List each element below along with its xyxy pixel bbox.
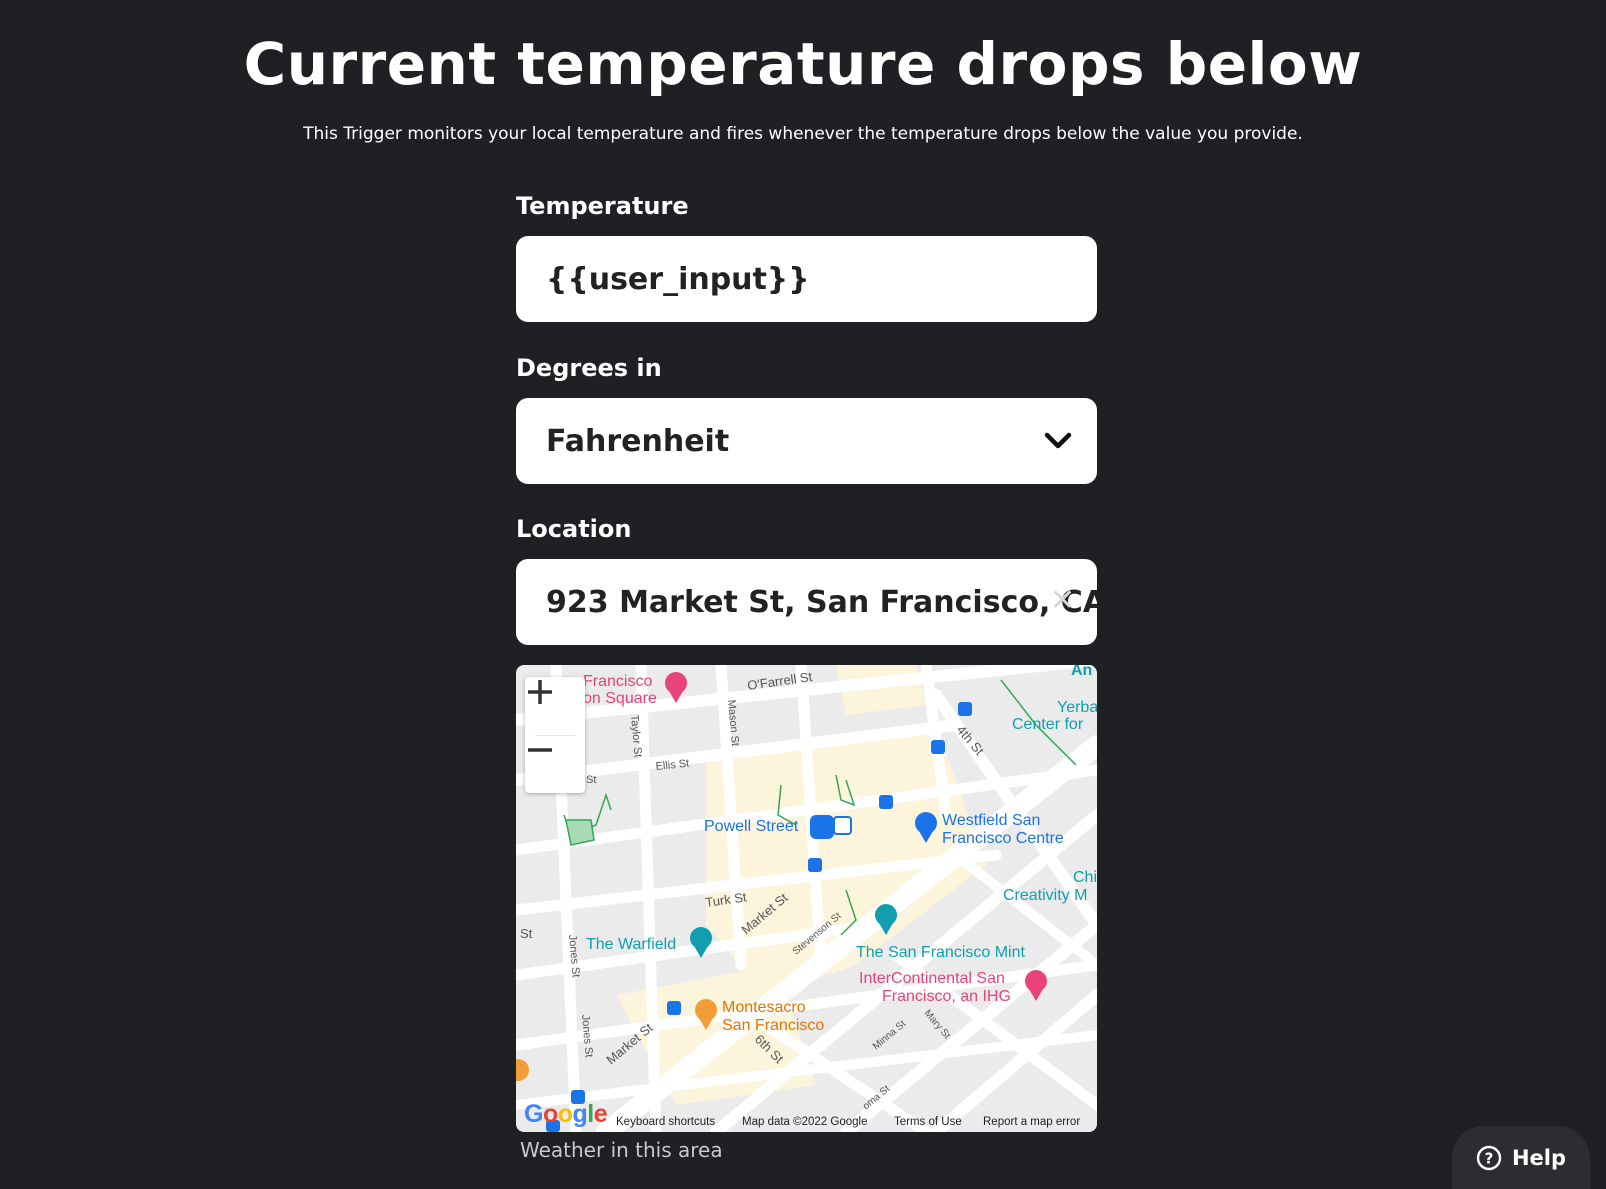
street-label: Mary St <box>922 1008 953 1042</box>
street-label: Taylor St <box>628 714 644 758</box>
chevron-down-icon <box>1043 426 1073 464</box>
question-circle-icon: ? <box>1476 1145 1502 1170</box>
poi-label: Center for <box>1012 716 1084 733</box>
poi-label: An <box>1071 665 1092 679</box>
report-map-error-link[interactable]: Report a map error <box>983 1116 1080 1128</box>
location-value: 923 Market St, San Francisco, CA 9 <box>546 584 1097 620</box>
poi-label: Chi <box>1073 869 1097 886</box>
svg-text:?: ? <box>1485 1149 1494 1167</box>
location-label: Location <box>516 515 632 543</box>
poi-label: Montesacro <box>722 999 806 1016</box>
minus-icon <box>528 748 552 752</box>
temperature-input[interactable]: {{user_input}} <box>516 236 1097 322</box>
street-label: Jones St <box>579 1014 595 1058</box>
degrees-select[interactable]: Fahrenheit <box>516 398 1097 484</box>
zoom-controls <box>525 677 585 793</box>
poi-label: Yerba <box>1057 699 1097 716</box>
page-subtitle: This Trigger monitors your local tempera… <box>303 124 1303 144</box>
map-caption: Weather in this area <box>520 1138 723 1162</box>
help-label: Help <box>1511 1145 1567 1170</box>
keyboard-shortcuts-link[interactable]: Keyboard shortcuts <box>616 1116 715 1128</box>
map-footer: Keyboard shortcuts Map data ©2022 Google… <box>516 1112 1097 1132</box>
degrees-label: Degrees in <box>516 354 662 382</box>
poi-label: The San Francisco Mint <box>856 944 1026 961</box>
map-canvas: O'Farrell St Ellis St Turk St Market St … <box>516 665 1097 1132</box>
street-label: Ellis St <box>655 758 690 773</box>
location-input[interactable]: 923 Market St, San Francisco, CA 9 ✕ <box>516 559 1097 645</box>
poi-label: InterContinental San <box>859 970 1005 987</box>
poi-label: on Square <box>583 690 657 707</box>
map-data-attribution: Map data ©2022 Google <box>742 1116 868 1128</box>
clear-icon[interactable]: ✕ <box>1050 583 1075 618</box>
poi-label: Westfield San <box>942 812 1040 829</box>
degrees-value: Fahrenheit <box>546 423 730 459</box>
restaurant-marker-icon <box>516 1059 529 1081</box>
zoom-out-button[interactable] <box>525 735 585 793</box>
poi-label: Creativity M <box>1003 887 1087 904</box>
help-button[interactable]: ? Help <box>1452 1126 1590 1189</box>
page-title: Current temperature drops below <box>243 30 1363 98</box>
street-label: Minna St <box>871 1018 908 1052</box>
poi-label: Powell Street <box>704 818 799 835</box>
terms-of-use-link[interactable]: Terms of Use <box>894 1116 962 1128</box>
hotel-marker-icon <box>1025 970 1047 1001</box>
poi-label: Francisco Centre <box>942 830 1064 847</box>
zoom-in-button[interactable] <box>525 677 585 735</box>
street-label: St <box>586 774 596 786</box>
temperature-label: Temperature <box>516 192 689 220</box>
street-label: St <box>520 926 533 941</box>
poi-label: Francisco <box>583 673 652 690</box>
poi-label: Francisco, an IHG <box>882 988 1011 1005</box>
temperature-value: {{user_input}} <box>546 261 810 297</box>
plus-icon <box>528 680 552 704</box>
poi-label: The Warfield <box>586 936 676 953</box>
map[interactable]: O'Farrell St Ellis St Turk St Market St … <box>516 665 1097 1132</box>
poi-label: San Francisco <box>722 1017 824 1034</box>
